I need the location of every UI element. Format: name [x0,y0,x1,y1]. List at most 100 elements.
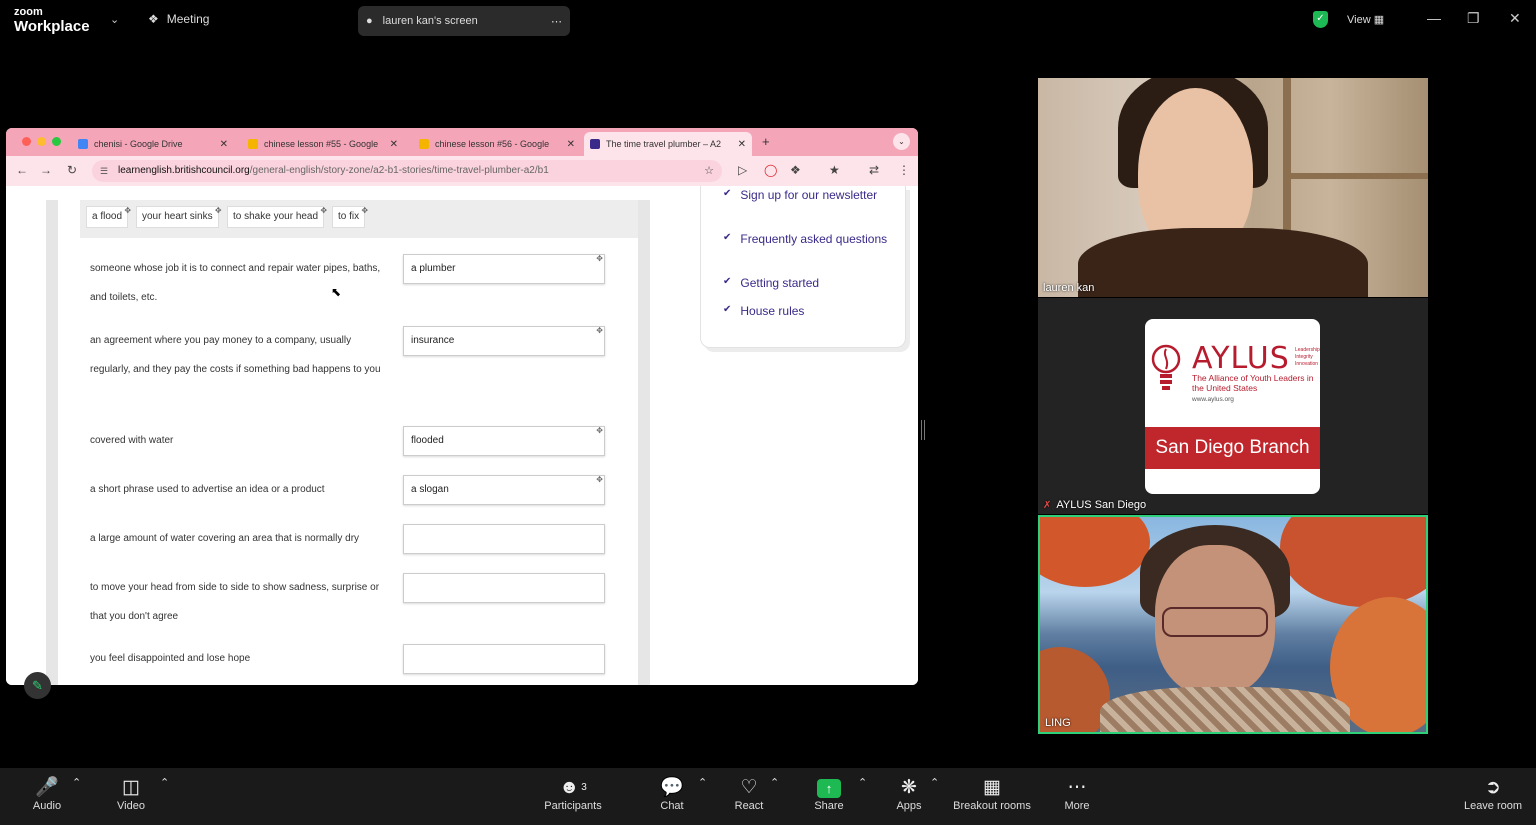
new-tab-icon[interactable]: + [762,134,770,149]
security-shield-icon[interactable]: ✓ [1313,11,1328,28]
answer-dropzone-empty[interactable] [403,644,605,674]
answer-dropzone-empty[interactable] [403,573,605,603]
drag-handle-icon: ✥ [596,426,603,435]
apps-options-caret-icon[interactable]: ⌃ [930,776,939,789]
participant-name: AYLUS San Diego [1056,499,1147,511]
video-button[interactable]: ◫ Video [113,776,149,812]
sidebar-item-getting-started[interactable]: ✔ Getting started [723,276,893,290]
sidebar-item-newsletter[interactable]: ✔ Sign up for our newsletter [723,188,893,202]
exercise-card: a flood ✥ your heart sinks ✥ to shake your… [58,200,638,685]
window-dots [22,137,61,146]
word-bank: a flood ✥ your heart sinks ✥ to shake your… [80,200,638,238]
restore-icon[interactable]: ❐ [1467,10,1480,27]
react-options-caret-icon[interactable]: ⌃ [770,776,779,789]
answer-value: a plumber [411,263,456,274]
aylus-url: www.aylus.org [1192,396,1234,403]
audio-options-caret-icon[interactable]: ⌃ [72,776,81,789]
video-tile-aylus[interactable]: AYLUS Leadership Integrity Innovation Th… [1038,298,1428,514]
puzzle-extension-icon[interactable]: ❖ [790,163,801,177]
bookmarks-icon[interactable]: ★ [829,163,840,177]
react-button[interactable]: ♡ React [732,776,766,812]
play-extension-icon[interactable]: ▷ [738,163,747,177]
sidebar-item-house-rules[interactable]: ✔ House rules [723,304,893,318]
split-resize-handle[interactable] [921,420,925,440]
sidebar-item-faq[interactable]: ✔ Frequently asked questions [723,232,893,246]
tagline-word: Integrity [1295,354,1313,360]
reload-icon[interactable]: ↻ [67,163,77,177]
close-icon[interactable]: ✕ [220,139,228,150]
menu-kebab-icon[interactable]: ⋮ [898,163,910,177]
check-icon: ✔ [723,232,732,243]
close-icon[interactable]: ✕ [1509,10,1521,27]
more-button[interactable]: ⋯ More [1060,776,1094,812]
browser-tab-active[interactable]: The time travel plumber – A2 ✕ [584,132,752,156]
opera-extension-icon[interactable]: ◯ [764,163,777,177]
apps-button[interactable]: ❋ Apps [893,776,925,812]
tagline-word: Leadership [1295,347,1320,353]
annotate-pen-icon[interactable]: ✎ [24,672,51,699]
question-text: covered with water [90,435,174,446]
mic-muted-icon: 🎤 [35,777,59,798]
drag-handle-icon: ✥ [596,254,603,263]
browser-tab[interactable]: chinese lesson #55 - Google ✕ [242,132,404,156]
answer-dropzone[interactable]: flooded ✥ [403,426,605,456]
meeting-button[interactable]: ❖ Meeting [148,12,209,26]
sync-icon[interactable]: ⇄ [869,163,879,177]
paw-icon: ❖ [148,12,159,26]
answer-dropzone[interactable]: insurance ✥ [403,326,605,356]
share-options-caret-icon[interactable]: ⌃ [858,776,867,789]
participant-name: lauren kan [1043,282,1095,294]
chevron-down-icon[interactable]: ⌄ [110,13,119,26]
participants-count: 3 [581,782,587,793]
answer-dropzone[interactable]: a slogan ✥ [403,475,605,505]
meeting-toolbar: 🎤 Audio ⌃ ◫ Video ⌃ ☻ 3 Participants 💬 Ch… [0,768,1536,825]
participants-label: Participants [544,800,602,812]
url-input[interactable]: ☰ learnenglish.britishcouncil.org/genera… [92,160,722,182]
logo-line1: zoom [14,6,43,18]
maximize-dot-icon[interactable] [52,137,61,146]
browser-tab[interactable]: chenisi - Google Drive ✕ [72,132,234,156]
foliage [1040,517,1150,587]
question-text: a short phrase used to advertise an idea… [90,484,325,495]
breakout-rooms-button[interactable]: ▦ Breakout rooms [950,776,1034,812]
more-dots-icon: ⋯ [1067,777,1087,798]
video-options-caret-icon[interactable]: ⌃ [160,776,169,789]
drag-chip[interactable]: to fix ✥ [332,206,368,228]
participant-body [1100,687,1350,732]
apps-icon: ❋ [901,777,917,798]
forward-icon[interactable]: → [40,163,52,177]
audio-button[interactable]: 🎤 Audio [30,776,64,812]
close-icon[interactable]: ✕ [738,139,746,150]
more-options-icon[interactable]: ⋯ [551,15,562,28]
shared-screen-pill[interactable]: ● lauren kan's screen ⋯ [358,6,570,36]
minimize-icon[interactable]: — [1427,10,1441,26]
view-button[interactable]: View ▦ [1347,13,1384,26]
slides-icon [419,139,429,149]
participants-button[interactable]: ☻ 3 Participants [540,776,606,812]
chat-button[interactable]: 💬 Chat [656,776,688,812]
bookmark-star-icon[interactable]: ☆ [704,160,714,182]
drag-chip[interactable]: to shake your head ✥ [227,206,327,228]
tab-search-icon[interactable]: ⌄ [893,133,910,150]
close-icon[interactable]: ✕ [390,139,398,150]
help-links-box: ✔ Sign up for our newsletter ✔ Frequently … [700,186,906,348]
drag-chip[interactable]: your heart sinks ✥ [136,206,222,228]
site-info-icon[interactable]: ☰ [100,160,108,182]
zoom-logo[interactable]: zoom Workplace [14,6,90,35]
minimize-dot-icon[interactable] [37,137,46,146]
video-tile-lauren[interactable]: lauren kan [1038,78,1428,297]
leave-room-button[interactable]: ➲ Leave room [1462,776,1524,812]
drag-handle-icon: ✥ [214,206,222,215]
video-tile-ling-active[interactable]: LING [1038,515,1428,734]
video-label: Video [117,800,145,812]
back-icon[interactable]: ← [16,163,28,177]
answer-dropzone[interactable]: a plumber ✥ [403,254,605,284]
video-off-icon: ◫ [122,777,140,798]
answer-dropzone-empty[interactable] [403,524,605,554]
close-dot-icon[interactable] [22,137,31,146]
share-button[interactable]: ↑ Share [812,776,846,812]
drag-chip[interactable]: a flood ✥ [86,206,131,228]
chat-options-caret-icon[interactable]: ⌃ [698,776,707,789]
close-icon[interactable]: ✕ [567,139,575,150]
browser-tab[interactable]: chinese lesson #56 - Google ✕ [413,132,581,156]
